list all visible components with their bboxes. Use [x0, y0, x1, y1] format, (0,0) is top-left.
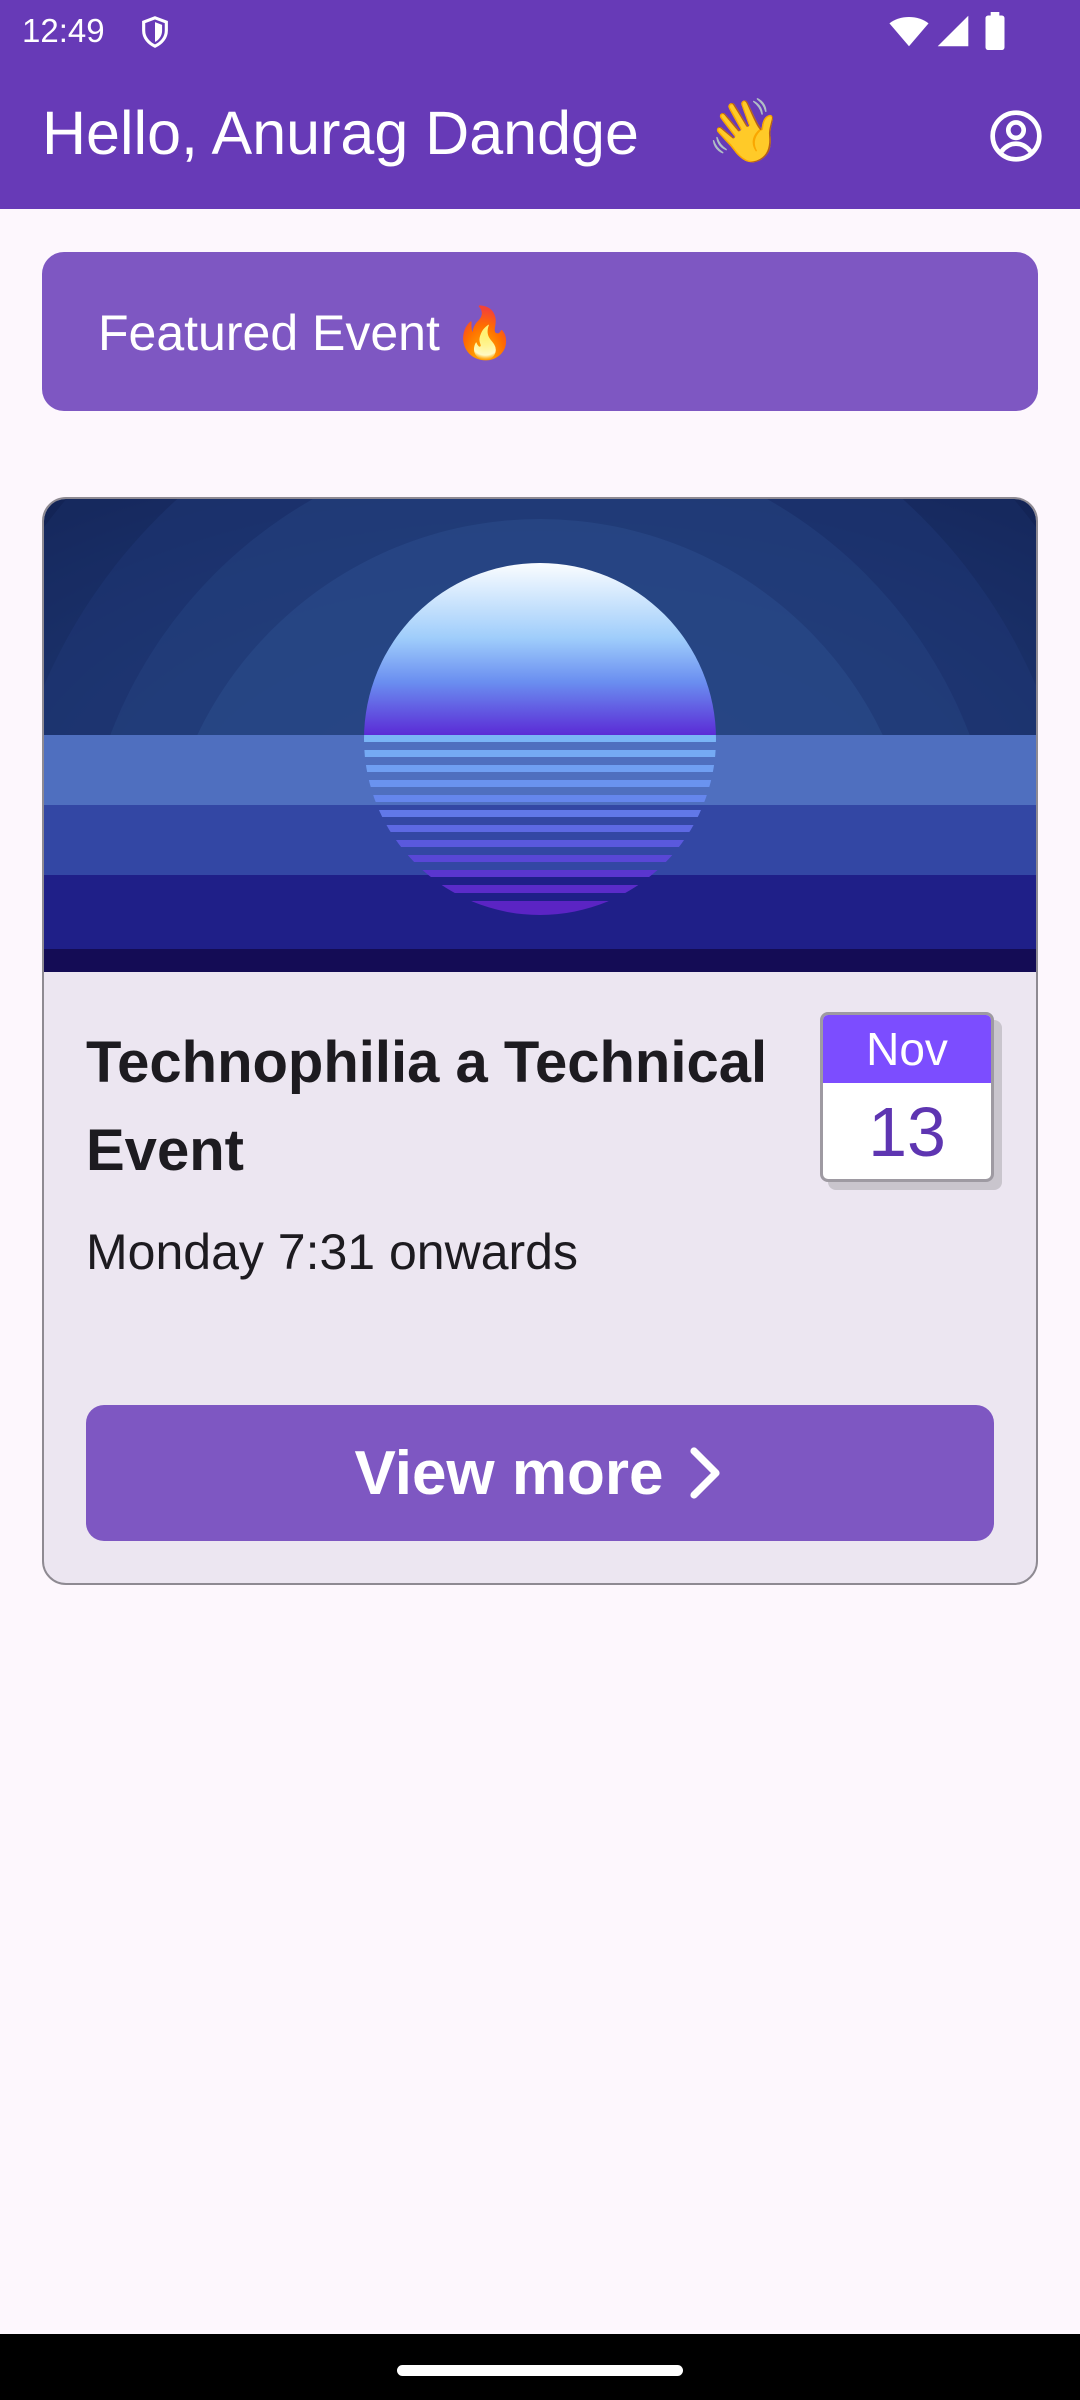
- event-title: Technophilia a Technical Event: [86, 1030, 768, 1183]
- featured-event-text: Featured Event: [98, 305, 440, 361]
- view-more-label: View more: [354, 1438, 664, 1508]
- date-month: Nov: [823, 1015, 991, 1083]
- event-time: Monday 7:31 onwards: [86, 1224, 578, 1280]
- shield-icon: [142, 16, 168, 48]
- greeting-title: Hello, Anurag Dandge: [42, 99, 639, 167]
- home-indicator[interactable]: [397, 2365, 683, 2376]
- chevron-right-icon: [689, 1447, 720, 1499]
- status-time: 12:49: [22, 12, 105, 49]
- event-card[interactable]: Technophilia a Technical Event Monday 7:…: [42, 497, 1038, 1585]
- fire-icon: 🔥: [453, 304, 517, 362]
- profile-button[interactable]: [988, 108, 1044, 164]
- featured-event-label: Featured Event 🔥: [98, 304, 516, 363]
- view-more-button[interactable]: View more: [86, 1405, 994, 1541]
- battery-icon: [985, 12, 1005, 50]
- date-badge: Nov 13: [820, 1012, 994, 1182]
- waving-hand-icon: 👋: [706, 94, 784, 167]
- wifi-icon: [889, 16, 929, 47]
- navigation-bar: [0, 2334, 1080, 2400]
- account-circle-icon: [990, 110, 1042, 162]
- featured-event-banner: Featured Event 🔥: [42, 252, 1038, 411]
- date-day: 13: [868, 1093, 946, 1171]
- app-bar: Hello, Anurag Dandge 👋: [0, 64, 1080, 209]
- status-bar: 12:49: [0, 0, 1080, 64]
- signal-icon: [937, 15, 969, 47]
- event-image: [44, 499, 1036, 972]
